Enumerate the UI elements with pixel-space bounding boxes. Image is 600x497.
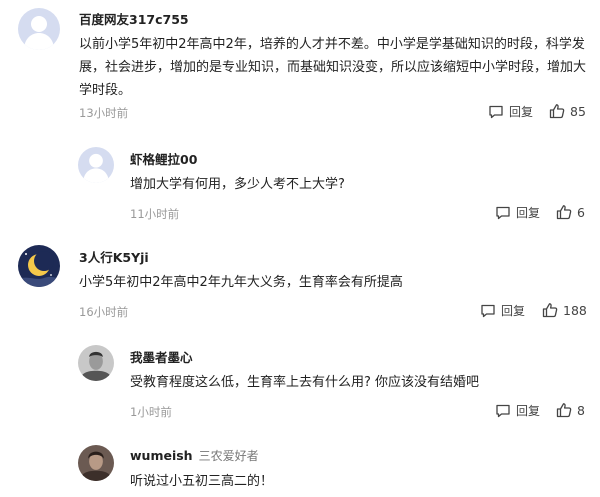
- username[interactable]: 虾格鲤拉00: [130, 152, 197, 167]
- comment-bubble-icon: [496, 404, 510, 417]
- comment-text: 受教育程度这么低，生育率上去有什么用? 你应该没有结婚吧: [130, 375, 480, 390]
- thumbs-up-icon: [556, 403, 572, 418]
- comment-text: 小学5年初中2年高中2年九年大义务，生育率会有所提高: [79, 275, 403, 290]
- person-photo-icon: [78, 445, 114, 481]
- like-button[interactable]: 85: [549, 103, 586, 119]
- username[interactable]: 我墨者墨心: [130, 350, 193, 365]
- reply-label: 回复: [516, 404, 541, 418]
- comment-time: 16小时前: [79, 305, 129, 319]
- user-avatar[interactable]: [18, 8, 60, 50]
- user-avatar[interactable]: [18, 245, 60, 287]
- reply-button[interactable]: 回复: [480, 302, 525, 319]
- reply-label: 回复: [509, 105, 534, 119]
- reply-button[interactable]: 回复: [495, 402, 540, 419]
- user-avatar[interactable]: [78, 445, 114, 481]
- person-photo-icon: [78, 345, 114, 381]
- comment-bubble-icon: [489, 105, 503, 118]
- default-avatar-icon: [18, 8, 60, 50]
- username[interactable]: 3人行K5Yji: [79, 250, 149, 265]
- comment-time: 11小时前: [130, 207, 180, 221]
- comment-text: 以前小学5年初中2年高中2年，培养的人才并不差。中小学是学基础知识的时段，科学发…: [79, 37, 587, 98]
- comment-bubble-icon: [481, 304, 495, 317]
- comment-item: 3人行K5Yji 小学5年初中2年高中2年九年大义务，生育率会有所提高 16小时…: [0, 238, 600, 328]
- moon-night-icon: [18, 245, 60, 287]
- reply-item: wumeish 三农爱好者 听说过小五初三高二的！: [0, 438, 600, 497]
- reply-button[interactable]: 回复: [495, 204, 540, 221]
- comment-time: 13小时前: [79, 106, 129, 120]
- like-button[interactable]: 8: [556, 402, 585, 418]
- user-tag: 三农爱好者: [198, 449, 259, 463]
- comment-item: 百度网友317c755 以前小学5年初中2年高中2年，培养的人才并不差。中小学是…: [0, 0, 600, 130]
- default-avatar-icon: [78, 147, 114, 183]
- reply-label: 回复: [501, 304, 526, 318]
- like-count: 8: [577, 402, 585, 418]
- reply-button[interactable]: 回复: [488, 103, 533, 120]
- like-count: 6: [577, 204, 585, 220]
- thumbs-up-icon: [556, 205, 572, 220]
- username[interactable]: 百度网友317c755: [79, 12, 189, 27]
- like-count: 188: [563, 302, 587, 318]
- like-count: 85: [570, 103, 586, 119]
- like-button[interactable]: 6: [556, 204, 585, 220]
- thumbs-up-icon: [549, 104, 565, 119]
- reply-label: 回复: [516, 206, 541, 220]
- like-button[interactable]: 188: [542, 302, 587, 318]
- comment-bubble-icon: [496, 206, 510, 219]
- comment-text: 增加大学有何用，多少人考不上大学?: [130, 177, 345, 192]
- username[interactable]: wumeish: [130, 448, 193, 463]
- reply-item: 虾格鲤拉00 增加大学有何用，多少人考不上大学? 11小时前 回复 6: [0, 140, 600, 230]
- user-avatar[interactable]: [78, 345, 114, 381]
- reply-item: 我墨者墨心 受教育程度这么低，生育率上去有什么用? 你应该没有结婚吧 1小时前 …: [0, 338, 600, 428]
- comment-text: 听说过小五初三高二的！: [130, 474, 274, 489]
- comment-time: 1小时前: [130, 405, 172, 419]
- user-avatar[interactable]: [78, 147, 114, 183]
- thumbs-up-icon: [542, 303, 558, 318]
